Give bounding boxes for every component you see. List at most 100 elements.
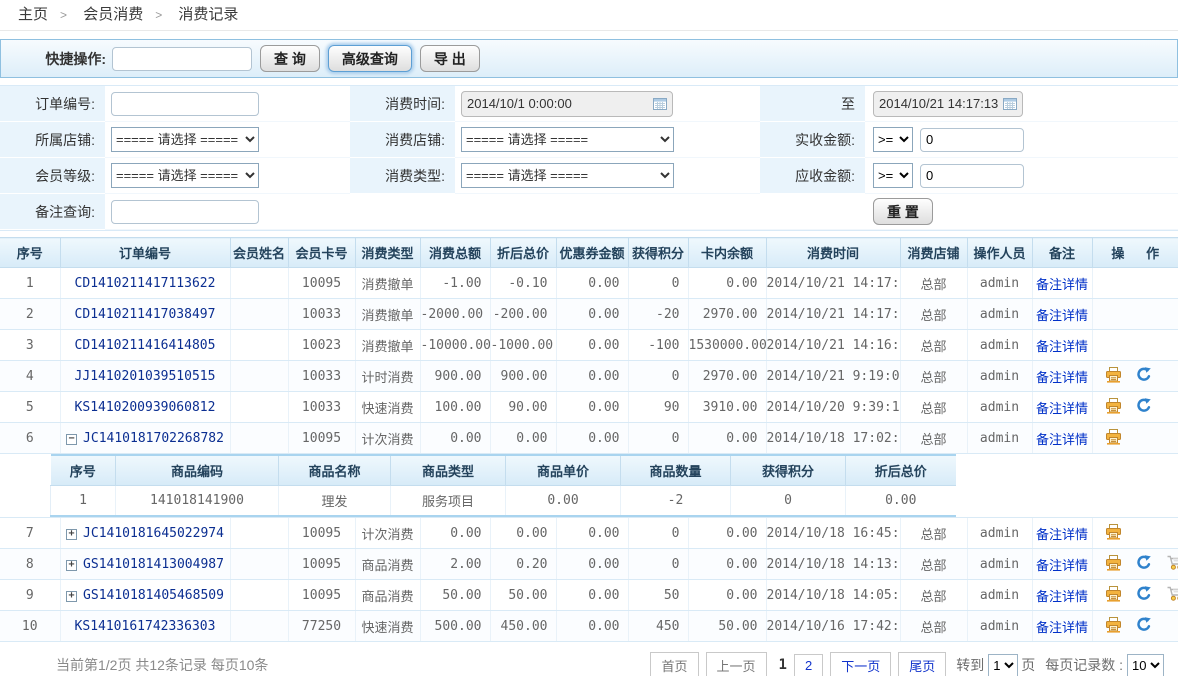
refresh-icon[interactable] <box>1136 586 1152 605</box>
discounted-amount-cell: 900.00 <box>490 361 556 392</box>
collapse-icon[interactable]: − <box>66 434 77 445</box>
order-link[interactable]: CD1410211417038497 <box>75 307 216 322</box>
printer-icon[interactable] <box>1105 586 1122 605</box>
order-no-input[interactable] <box>111 92 259 116</box>
total-amount-cell: 500.00 <box>420 611 490 642</box>
order-link[interactable]: CD1410211417113622 <box>75 276 216 291</box>
discounted-amount-cell: 0.00 <box>490 518 556 549</box>
consume-time-to-input[interactable] <box>879 96 1000 111</box>
printer-icon[interactable] <box>1105 524 1122 543</box>
first-page-button[interactable]: 首页 <box>650 652 698 676</box>
operation-cell <box>1092 361 1178 392</box>
balance-cell: 2970.00 <box>688 299 766 330</box>
consume-type-select[interactable]: ===== 请选择 ===== <box>461 163 674 188</box>
header-store: 消费店铺 <box>900 238 967 268</box>
order-link[interactable]: GS1410181405468509 <box>83 588 224 603</box>
next-page-button[interactable]: 下一页 <box>830 652 891 676</box>
consume-time-to-field <box>873 91 1023 117</box>
expand-icon[interactable]: + <box>66 560 77 571</box>
goto-page-select[interactable]: 1 <box>988 654 1018 676</box>
order-link[interactable]: KS1410161742336303 <box>75 619 216 634</box>
receivable-amount-operator-select[interactable]: >= <box>873 163 913 188</box>
remark-detail-link[interactable]: 备注详情 <box>1036 277 1088 292</box>
order-link[interactable]: CD1410211416414805 <box>75 338 216 353</box>
breadcrumb-home[interactable]: 主页 <box>18 6 48 23</box>
consume-time-cell: 2014/10/18 14:13:00 <box>766 549 900 580</box>
own-store-select[interactable]: ===== 请选择 ===== <box>111 127 259 152</box>
printer-icon[interactable] <box>1105 367 1122 386</box>
last-page-button[interactable]: 尾页 <box>898 652 946 676</box>
receivable-amount-input[interactable] <box>920 164 1024 188</box>
coupon-amount-cell: 0.00 <box>556 580 628 611</box>
order-link[interactable]: KS1410200939060812 <box>75 400 216 415</box>
printer-icon[interactable] <box>1105 429 1122 448</box>
refresh-icon[interactable] <box>1136 398 1152 417</box>
sub-product-type: 服务项目 <box>391 485 506 516</box>
operation-cell <box>1092 423 1178 454</box>
header-total-amount: 消费总额 <box>420 238 490 268</box>
order-cell: KS1410161742336303 <box>60 611 230 642</box>
printer-icon[interactable] <box>1105 617 1122 636</box>
consume-time-from-field <box>461 91 673 117</box>
printer-icon[interactable] <box>1105 555 1122 574</box>
cart-icon[interactable] <box>1166 586 1178 604</box>
advanced-query-button[interactable]: 高级查询 <box>328 45 412 72</box>
remark-detail-link[interactable]: 备注详情 <box>1036 558 1088 573</box>
refresh-icon[interactable] <box>1136 367 1152 386</box>
per-page-select[interactable]: 10 <box>1127 654 1164 676</box>
order-no-label: 订单编号: <box>0 86 105 122</box>
member-level-select[interactable]: ===== 请选择 ===== <box>111 163 259 188</box>
printer-icon[interactable] <box>1105 398 1122 417</box>
calendar-icon[interactable] <box>1003 97 1017 110</box>
store-cell: 总部 <box>900 330 967 361</box>
sub-row-index: 1 <box>51 485 116 516</box>
expand-icon[interactable]: + <box>66 591 77 602</box>
received-amount-input[interactable] <box>920 128 1024 152</box>
cart-icon[interactable] <box>1166 555 1178 573</box>
discounted-amount-cell: -200.00 <box>490 299 556 330</box>
card-no-cell: 10023 <box>288 330 355 361</box>
query-button[interactable]: 查 询 <box>260 45 320 72</box>
received-amount-operator-select[interactable]: >= <box>873 127 913 152</box>
reset-button[interactable]: 重 置 <box>873 198 933 225</box>
header-index: 序号 <box>0 238 60 268</box>
remark-query-input[interactable] <box>111 200 259 224</box>
calendar-icon[interactable] <box>653 97 667 110</box>
quick-search-input[interactable] <box>112 47 252 71</box>
remark-detail-link[interactable]: 备注详情 <box>1036 339 1088 354</box>
table-row: 5KS141020093906081210033快速消费100.0090.000… <box>0 392 1178 423</box>
order-link[interactable]: JC1410181702268782 <box>83 431 224 446</box>
remark-detail-link[interactable]: 备注详情 <box>1036 308 1088 323</box>
table-row: 3CD141021141641480510023消费撤单-10000.00-10… <box>0 330 1178 361</box>
operator-cell: admin <box>967 580 1032 611</box>
sub-header-points: 获得积分 <box>731 455 846 485</box>
order-link[interactable]: JC1410181645022974 <box>83 526 224 541</box>
order-cell: + JC1410181645022974 <box>60 518 230 549</box>
order-link[interactable]: JJ1410201039510515 <box>75 369 216 384</box>
balance-cell: 3910.00 <box>688 392 766 423</box>
consume-time-from-input[interactable] <box>467 96 650 111</box>
export-button[interactable]: 导 出 <box>420 45 480 72</box>
page-2-button[interactable]: 2 <box>794 654 823 676</box>
consume-store-select[interactable]: ===== 请选择 ===== <box>461 127 674 152</box>
prev-page-button[interactable]: 上一页 <box>706 652 767 676</box>
operation-cell <box>1092 549 1178 580</box>
header-operator: 操作人员 <box>967 238 1032 268</box>
remark-detail-link[interactable]: 备注详情 <box>1036 620 1088 635</box>
remark-detail-link[interactable]: 备注详情 <box>1036 589 1088 604</box>
consume-store-label: 消费店铺: <box>350 122 455 158</box>
filter-row: 订单编号: 消费时间: 至 <box>0 86 1178 122</box>
remark-detail-link[interactable]: 备注详情 <box>1036 370 1088 385</box>
remark-detail-link[interactable]: 备注详情 <box>1036 527 1088 542</box>
order-link[interactable]: GS1410181413004987 <box>83 557 224 572</box>
remark-detail-link[interactable]: 备注详情 <box>1036 401 1088 416</box>
remark-detail-link[interactable]: 备注详情 <box>1036 432 1088 447</box>
points-cell: 0 <box>628 268 688 299</box>
expand-icon[interactable]: + <box>66 529 77 540</box>
store-cell: 总部 <box>900 611 967 642</box>
refresh-icon[interactable] <box>1136 555 1152 574</box>
row-index: 2 <box>0 299 60 330</box>
consume-type-cell: 快速消费 <box>355 611 420 642</box>
refresh-icon[interactable] <box>1136 617 1152 636</box>
breadcrumb-member-consume[interactable]: 会员消费 <box>83 6 143 23</box>
